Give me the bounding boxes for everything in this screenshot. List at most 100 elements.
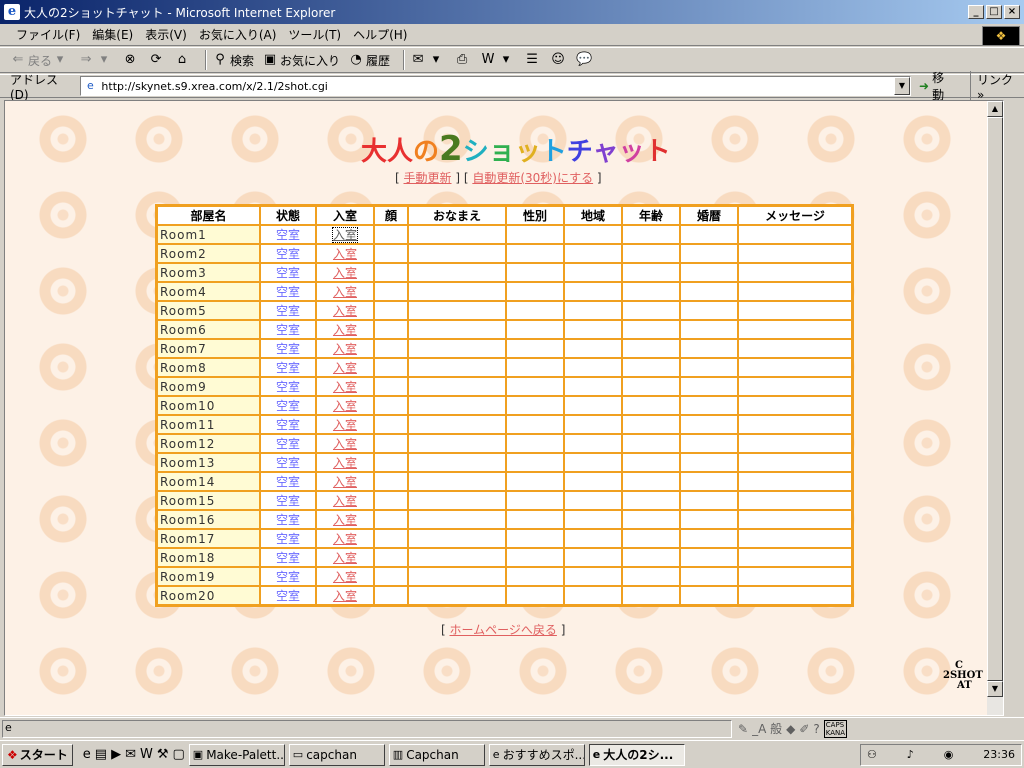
room-enter: 入室 (316, 434, 374, 453)
print-button[interactable]: ⎙ (454, 52, 472, 68)
room-region (564, 320, 622, 339)
close-button[interactable]: × (1004, 5, 1020, 19)
enter-room-link[interactable]: 入室 (333, 380, 357, 394)
minimize-button[interactable]: _ (968, 5, 984, 19)
page-content: 大人の2ショットチャット [ 手動更新 ] [ 自動更新(30秒)にする ] 部… (4, 100, 1004, 716)
task-capchan[interactable]: ▥ Capchan (388, 743, 485, 766)
table-row: Room9 空室 入室 (157, 377, 852, 396)
task-2shot-chat[interactable]: e 大人の2シ... (588, 743, 685, 766)
room-region (564, 472, 622, 491)
desktop-icon[interactable]: ▤ (95, 747, 107, 762)
enter-room-link[interactable]: 入室 (333, 304, 357, 318)
history-icon: ◔ (350, 52, 362, 67)
go-button[interactable]: ➜ 移動 (919, 69, 956, 103)
task-make-palette[interactable]: ▣ Make-Palett... (188, 743, 285, 766)
auto-refresh-link[interactable]: 自動更新(30秒)にする (472, 171, 593, 185)
forward-button[interactable]: ⇒ ▾ (78, 52, 114, 68)
address-input[interactable]: e http://skynet.s9.xrea.com/x/2.1/2shot.… (80, 76, 911, 96)
enter-room-link[interactable]: 入室 (333, 456, 357, 470)
room-user-name (408, 491, 506, 510)
room-gender (506, 320, 564, 339)
enter-room-link[interactable]: 入室 (333, 475, 357, 489)
back-home-link[interactable]: ホームページへ戻る (450, 623, 557, 637)
edit-button[interactable]: W ▾ (480, 52, 516, 68)
manual-refresh-link[interactable]: 手動更新 (404, 171, 452, 185)
room-gender (506, 472, 564, 491)
title-char: シ (462, 137, 489, 167)
room-face (374, 415, 408, 434)
maximize-button[interactable]: □ (986, 5, 1002, 19)
scroll-thumb[interactable] (987, 117, 1003, 681)
menu-view[interactable]: 表示(V) (139, 26, 193, 43)
speaker-icon[interactable]: ♪ (907, 748, 914, 761)
room-message (738, 225, 852, 244)
scroll-down-button[interactable]: ▼ (987, 681, 1003, 697)
enter-room-link[interactable]: 入室 (333, 342, 357, 356)
start-button[interactable]: ❖ スタート (2, 743, 73, 766)
tool-icon[interactable]: ⚒ (157, 747, 169, 762)
discuss-button[interactable]: ☰ (524, 52, 542, 68)
network-icon[interactable]: ⚇ (867, 748, 877, 761)
messenger-button[interactable]: ☺ (550, 52, 568, 68)
pen-icon[interactable]: ✐ (799, 722, 809, 736)
ime-tool-icon[interactable]: ◆ (786, 722, 795, 736)
enter-room-link[interactable]: 入室 (333, 589, 357, 603)
enter-room-link[interactable]: 入室 (333, 532, 357, 546)
enter-room-link[interactable]: 入室 (333, 418, 357, 432)
enter-room-link[interactable]: 入室 (333, 513, 357, 527)
word-launch-icon[interactable]: W (140, 747, 153, 762)
enter-room-link[interactable]: 入室 (333, 437, 357, 451)
room-name: Room6 (157, 320, 260, 339)
mail-button[interactable]: ✉ ▾ (410, 52, 446, 68)
ime-icon[interactable]: ✎ (738, 722, 748, 736)
enter-room-link[interactable]: 入室 (333, 570, 357, 584)
room-user-name (408, 567, 506, 586)
search-button[interactable]: ⚲ 検索 (212, 52, 254, 69)
favorites-button[interactable]: ▣ お気に入り (262, 52, 340, 69)
menu-favorites[interactable]: お気に入り(A) (193, 26, 283, 43)
enter-room-link[interactable]: 入室 (333, 247, 357, 261)
table-row: Room13 空室 入室 (157, 453, 852, 472)
refresh-button[interactable]: ⟳ (148, 52, 166, 68)
ie-launch-icon[interactable]: e (83, 747, 91, 762)
room-user-name (408, 472, 506, 491)
chat-bubble-icon: 💬 (576, 52, 593, 67)
menu-tools[interactable]: ツール(T) (282, 26, 347, 43)
enter-room-link[interactable]: 入室 (333, 285, 357, 299)
address-dropdown-button[interactable]: ▼ (894, 77, 910, 95)
enter-room-link[interactable]: 入室 (331, 227, 359, 243)
chat-button[interactable]: 💬 (576, 52, 594, 68)
col-age: 年齢 (622, 206, 680, 225)
back-label: 戻る (28, 53, 53, 68)
scroll-up-button[interactable]: ▲ (987, 101, 1003, 117)
menu-file[interactable]: ファイル(F) (10, 26, 86, 43)
room-marital (680, 358, 738, 377)
room-region (564, 567, 622, 586)
media-icon[interactable]: ▶ (111, 747, 121, 762)
menu-edit[interactable]: 編集(E) (86, 26, 139, 43)
task-capchan-folder[interactable]: ▭ capchan (288, 743, 385, 766)
room-marital (680, 567, 738, 586)
outlook-icon[interactable]: ✉ (125, 747, 136, 762)
enter-room-link[interactable]: 入室 (333, 323, 357, 337)
title-char: ョ (488, 137, 515, 167)
back-button[interactable]: ⇐ 戻る ▾ (10, 52, 70, 69)
task-osusume[interactable]: e おすすめスポ... (488, 743, 585, 766)
ime-mode[interactable]: _A 般 (752, 720, 782, 737)
clock[interactable]: 23:36 (983, 748, 1015, 761)
tray-app-icon[interactable]: ◉ (944, 748, 954, 761)
window-icon[interactable]: ▢ (173, 747, 185, 762)
vertical-scrollbar[interactable]: ▲ ▼ (987, 101, 1003, 715)
enter-room-link[interactable]: 入室 (333, 361, 357, 375)
menu-help[interactable]: ヘルプ(H) (347, 26, 413, 43)
toolbar-divider (205, 50, 208, 70)
help-icon[interactable]: ? (813, 722, 819, 736)
history-button[interactable]: ◔ 履歴 (348, 52, 390, 69)
links-button[interactable]: リンク » (969, 70, 1024, 102)
enter-room-link[interactable]: 入室 (333, 399, 357, 413)
stop-button[interactable]: ⊗ (122, 52, 140, 68)
enter-room-link[interactable]: 入室 (333, 551, 357, 565)
enter-room-link[interactable]: 入室 (333, 266, 357, 280)
home-button[interactable]: ⌂ (174, 52, 192, 68)
enter-room-link[interactable]: 入室 (333, 494, 357, 508)
